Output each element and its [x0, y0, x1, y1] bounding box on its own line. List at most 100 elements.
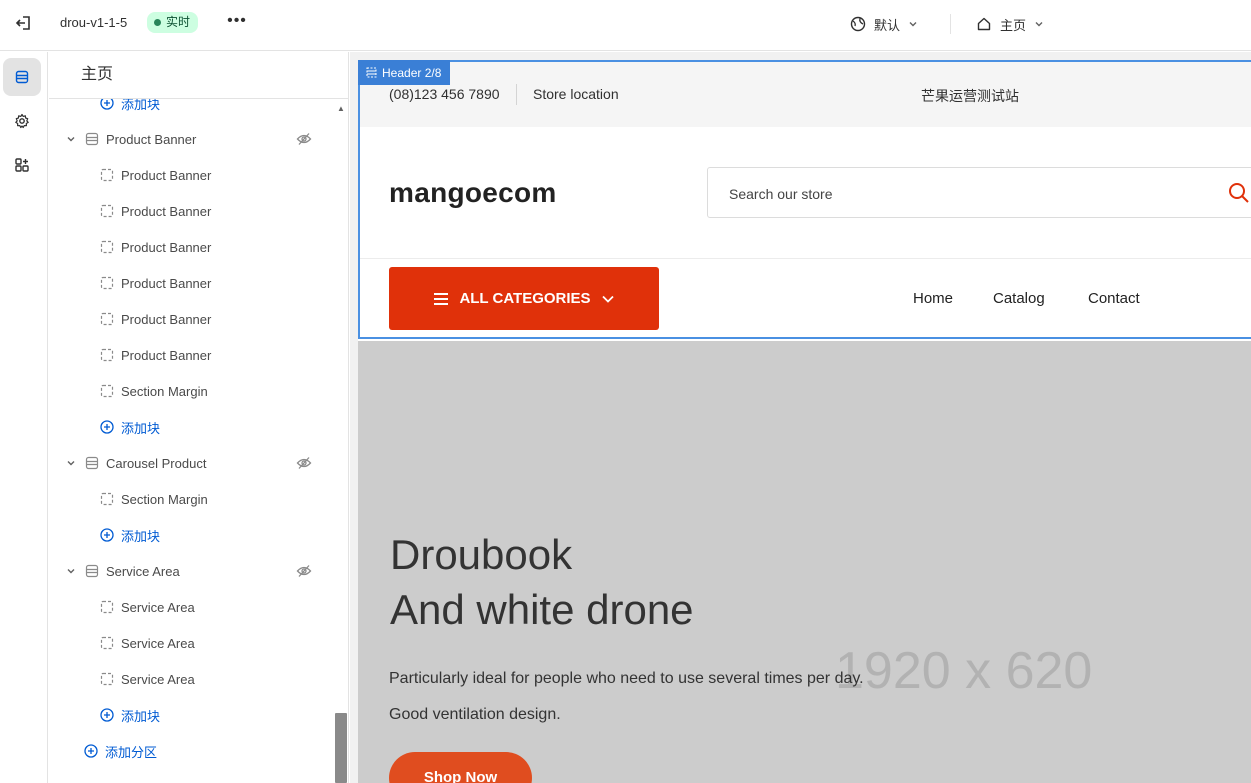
store-logo[interactable]: mangoecom	[389, 177, 557, 209]
block-icon	[100, 672, 114, 686]
page-selector[interactable]: 主页	[976, 13, 1044, 35]
site-name: 芒果运营测试站	[921, 88, 1019, 104]
tree-item-label: Product Banner	[121, 275, 212, 291]
nav-catalog[interactable]: Catalog	[993, 290, 1045, 307]
plus-circle-icon	[100, 708, 114, 722]
tree-item-label: 添加块	[121, 708, 161, 724]
tree-section-row[interactable]: Product Banner	[49, 121, 348, 157]
editor-rail	[0, 52, 48, 783]
tree-block-row[interactable]: Section Margin	[49, 373, 348, 409]
header-divider	[358, 258, 1251, 259]
block-icon	[100, 636, 114, 650]
storefront-preview: (08)123 456 7890 Store location 芒果运营测试站 …	[358, 60, 1251, 783]
search-icon[interactable]	[1228, 182, 1250, 204]
preview-canvas: (08)123 456 7890 Store location 芒果运营测试站 …	[350, 52, 1251, 783]
section-icon	[366, 67, 377, 78]
tree-block-row[interactable]: Product Banner	[49, 193, 348, 229]
hero-description: Particularly ideal for people who need t…	[389, 670, 864, 723]
page-selector-label: 主页	[1000, 17, 1027, 33]
apps-icon	[15, 158, 29, 172]
tree-block-row[interactable]: Service Area	[49, 661, 348, 697]
chevron-down-icon	[67, 461, 75, 466]
exit-icon[interactable]	[14, 13, 34, 33]
gear-icon	[15, 113, 29, 129]
tree-item-label: 添加分区	[105, 744, 158, 760]
globe-icon	[850, 16, 866, 32]
add-section-button[interactable]: 添加分区	[49, 733, 348, 769]
chevron-down-icon	[67, 137, 75, 142]
hero-heading-line1: Droubook	[390, 531, 573, 578]
tree-item-label: Service Area	[121, 671, 195, 687]
tree-item-label: 添加块	[121, 420, 161, 436]
block-icon	[100, 384, 114, 398]
tree-item-label: Product Banner	[121, 203, 212, 219]
tree-item-label: Product Banner	[106, 131, 197, 147]
phone-number[interactable]: (08)123 456 7890	[389, 86, 500, 102]
scroll-up-icon[interactable]: ▲	[337, 104, 345, 113]
rail-apps-button[interactable]	[3, 146, 41, 184]
rail-settings-button[interactable]	[3, 102, 41, 140]
sections-icon	[15, 70, 29, 84]
tree-block-row[interactable]: Product Banner	[49, 265, 348, 301]
tree-item-label: Service Area	[121, 635, 195, 651]
theme-selector-label: 默认	[874, 17, 901, 33]
tree-section-row[interactable]: Carousel Product	[49, 445, 348, 481]
hero-heading: Droubook And white drone	[390, 527, 694, 637]
tree-item-label: Product Banner	[121, 347, 212, 363]
chevron-down-icon	[909, 22, 917, 27]
chevron-down-icon	[67, 569, 75, 574]
rail-sections-button[interactable]	[3, 58, 41, 96]
eye-off-icon[interactable]	[296, 132, 312, 146]
block-icon	[100, 312, 114, 326]
block-icon	[100, 492, 114, 506]
panel-title: 主页	[49, 52, 348, 99]
theme-selector[interactable]: 默认	[850, 13, 918, 35]
tree-item-label: Section Margin	[121, 491, 208, 507]
status-badge-label: 实时	[166, 15, 191, 29]
add-block-button[interactable]: 添加块	[49, 409, 348, 445]
tree-item-label: Carousel Product	[106, 455, 207, 471]
nav-home[interactable]: Home	[913, 290, 953, 307]
section-tree: 添加块 Product Banner Product Banner Product B…	[49, 85, 348, 769]
tree-block-row[interactable]: Product Banner	[49, 229, 348, 265]
eye-off-icon[interactable]	[296, 456, 312, 470]
search-input[interactable]: Search our store	[729, 186, 833, 202]
tree-section-row[interactable]: Service Area	[49, 553, 348, 589]
store-location-link[interactable]: Store location	[533, 86, 619, 102]
block-icon	[100, 600, 114, 614]
plus-circle-icon	[84, 744, 98, 758]
tree-block-row[interactable]: Product Banner	[49, 337, 348, 373]
tree-item-label: Product Banner	[121, 239, 212, 255]
more-actions-button[interactable]: •••	[226, 12, 248, 34]
section-icon	[85, 564, 99, 578]
home-icon	[977, 17, 991, 31]
add-block-button[interactable]: 添加块	[49, 697, 348, 733]
tree-block-row[interactable]: Service Area	[49, 625, 348, 661]
chevron-down-icon	[1035, 22, 1043, 27]
block-icon	[100, 240, 114, 254]
announcement-divider	[516, 84, 517, 105]
eye-off-icon[interactable]	[296, 564, 312, 578]
all-categories-button[interactable]: ALL CATEGORIES	[389, 267, 659, 330]
block-icon	[100, 204, 114, 218]
panel-scrollbar[interactable]	[335, 713, 347, 783]
tree-block-row[interactable]: Product Banner	[49, 301, 348, 337]
section-icon	[85, 456, 99, 470]
nav-contact[interactable]: Contact	[1088, 290, 1140, 307]
shop-now-button[interactable]: Shop Now	[389, 752, 532, 783]
add-block-button[interactable]: 添加块	[49, 517, 348, 553]
tree-item-label: Service Area	[106, 563, 180, 579]
tree-block-row[interactable]: Section Margin	[49, 481, 348, 517]
store-search[interactable]: Search our store	[707, 167, 1251, 218]
all-categories-label: ALL CATEGORIES	[459, 290, 591, 307]
chevron-down-icon	[601, 295, 614, 303]
hero-slideshow: 1920 x 620 Droubook And white drone Part…	[358, 341, 1251, 783]
sections-panel: 主页 添加块 Product Banner Product Banner Produc…	[49, 52, 349, 783]
plus-circle-icon	[100, 420, 114, 434]
tree-block-row[interactable]: Service Area	[49, 589, 348, 625]
selection-tag[interactable]: Header 2/8	[358, 60, 451, 85]
menu-icon	[434, 292, 449, 305]
selection-tag-label: Header 2/8	[382, 65, 442, 80]
tree-block-row[interactable]: Product Banner	[49, 157, 348, 193]
tree-item-label: Section Margin	[121, 383, 208, 399]
